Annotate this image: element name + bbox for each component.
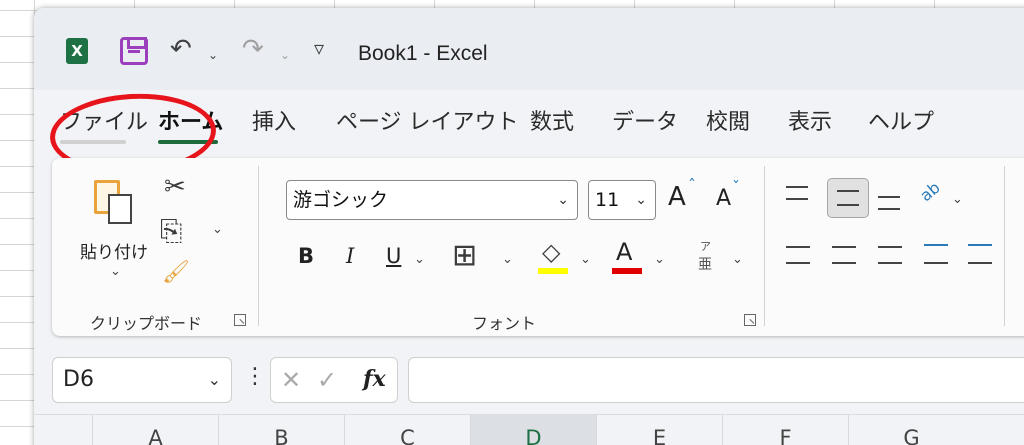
- tab-help[interactable]: ヘルプ: [868, 104, 934, 136]
- underline-dropdown-icon[interactable]: ⌄: [414, 252, 425, 267]
- group-divider: [258, 166, 259, 326]
- align-middle-button[interactable]: [827, 178, 869, 218]
- decrease-indent-icon[interactable]: [924, 244, 948, 264]
- align-bottom-icon[interactable]: [878, 196, 900, 210]
- bold-button[interactable]: B: [298, 244, 314, 268]
- fill-color-icon[interactable]: ◇: [542, 238, 560, 266]
- paste-dropdown-icon[interactable]: ⌄: [110, 264, 121, 279]
- orientation-dropdown-icon[interactable]: ⌄: [952, 192, 963, 207]
- font-size-value: 11: [595, 189, 620, 211]
- undo-icon[interactable]: ↶: [170, 36, 192, 62]
- font-color-dropdown-icon[interactable]: ⌄: [654, 252, 665, 267]
- align-top-icon[interactable]: [786, 186, 808, 200]
- column-headers: A B C D E F G: [34, 414, 1024, 445]
- tab-formulas[interactable]: 数式: [530, 104, 574, 136]
- group-divider: [1004, 166, 1005, 326]
- font-launcher-icon[interactable]: [744, 314, 756, 326]
- copy-icon[interactable]: ⎘: [160, 214, 182, 248]
- phonetic-dropdown-icon[interactable]: ⌄: [732, 252, 743, 267]
- increase-font-size-button[interactable]: A: [668, 182, 686, 212]
- window-title: Book1 - Excel: [358, 42, 488, 65]
- excel-window: X ↶ ⌄ ↷ ⌄ ▿ Book1 - Excel ファイル ホーム 挿入 ペー…: [34, 8, 1024, 445]
- increase-arrow-icon: ˆ: [688, 176, 696, 195]
- redo-dropdown-icon[interactable]: ⌄: [280, 48, 290, 62]
- column-header-b[interactable]: B: [218, 415, 344, 445]
- font-color-button[interactable]: A: [616, 238, 632, 266]
- column-header-e[interactable]: E: [596, 415, 722, 445]
- phonetic-guide-icon[interactable]: 亜: [698, 254, 712, 274]
- align-center-icon[interactable]: [832, 246, 856, 264]
- chevron-down-icon: ⌄: [635, 192, 647, 208]
- column-header-c[interactable]: C: [344, 415, 470, 445]
- enter-icon[interactable]: ✓: [317, 366, 337, 394]
- tab-insert[interactable]: 挿入: [252, 104, 296, 136]
- font-name-value: 游ゴシック: [293, 189, 389, 211]
- redo-icon[interactable]: ↷: [242, 36, 264, 62]
- column-header-a[interactable]: A: [92, 415, 218, 445]
- phonetic-guide-top[interactable]: ア: [700, 238, 711, 254]
- format-painter-icon[interactable]: 🖌: [162, 260, 190, 285]
- cancel-icon[interactable]: ✕: [281, 366, 301, 394]
- decrease-font-size-button[interactable]: A: [716, 186, 731, 211]
- cut-icon[interactable]: ✂: [164, 172, 186, 202]
- name-box[interactable]: D6 ⌄: [52, 357, 232, 403]
- excel-logo-icon: X: [66, 38, 94, 64]
- borders-dropdown-icon[interactable]: ⌄: [502, 252, 513, 267]
- fill-color-swatch: [538, 268, 568, 274]
- name-box-value: D6: [63, 367, 94, 392]
- formula-input[interactable]: [408, 357, 1024, 403]
- borders-icon[interactable]: ⊞: [452, 238, 477, 273]
- ribbon-home: 貼り付け ⌄ ✂ ⎘ ⌄ 🖌 クリップボード 游ゴシック ⌄ 11 ⌄ A ˆ …: [52, 158, 1024, 336]
- tab-data[interactable]: データ: [612, 104, 678, 136]
- italic-button[interactable]: I: [346, 244, 354, 268]
- clipboard-launcher-icon[interactable]: [234, 314, 246, 326]
- fill-color-dropdown-icon[interactable]: ⌄: [580, 252, 591, 267]
- customize-toolbar-icon[interactable]: ▿: [314, 38, 324, 58]
- chevron-down-icon: ⌄: [557, 192, 569, 208]
- paste-paper-icon[interactable]: [108, 194, 132, 224]
- tab-review[interactable]: 校閲: [706, 104, 750, 136]
- font-size-select[interactable]: 11 ⌄: [588, 180, 656, 220]
- select-all-corner[interactable]: [34, 415, 92, 445]
- orientation-icon[interactable]: ab: [916, 178, 944, 205]
- column-header-g[interactable]: G: [848, 415, 974, 445]
- font-name-select[interactable]: 游ゴシック ⌄: [286, 180, 578, 220]
- align-left-icon[interactable]: [786, 246, 810, 264]
- column-header-f[interactable]: F: [722, 415, 848, 445]
- tab-page-layout[interactable]: ページ レイアウト: [336, 104, 519, 136]
- column-header-d[interactable]: D: [470, 415, 596, 445]
- chevron-down-icon[interactable]: ⌄: [208, 358, 221, 402]
- align-right-icon[interactable]: [878, 246, 902, 264]
- underline-button[interactable]: U: [386, 244, 401, 268]
- paste-button[interactable]: 貼り付け: [80, 238, 148, 263]
- font-color-swatch: [612, 268, 642, 274]
- formula-buttons: ✕ ✓ fx: [270, 357, 398, 403]
- clipboard-group-label: クリップボード: [90, 314, 203, 333]
- font-group-label: フォント: [472, 314, 537, 333]
- undo-dropdown-icon[interactable]: ⌄: [208, 48, 218, 62]
- group-divider: [764, 166, 765, 326]
- tab-view[interactable]: 表示: [788, 104, 832, 136]
- save-icon[interactable]: [120, 37, 148, 65]
- increase-indent-icon[interactable]: [968, 244, 992, 264]
- align-middle-icon: [837, 190, 859, 206]
- more-options-icon[interactable]: ⋮: [244, 364, 266, 389]
- decrease-arrow-icon: ˇ: [732, 178, 740, 197]
- copy-dropdown-icon[interactable]: ⌄: [212, 222, 223, 237]
- insert-function-button[interactable]: fx: [363, 366, 386, 392]
